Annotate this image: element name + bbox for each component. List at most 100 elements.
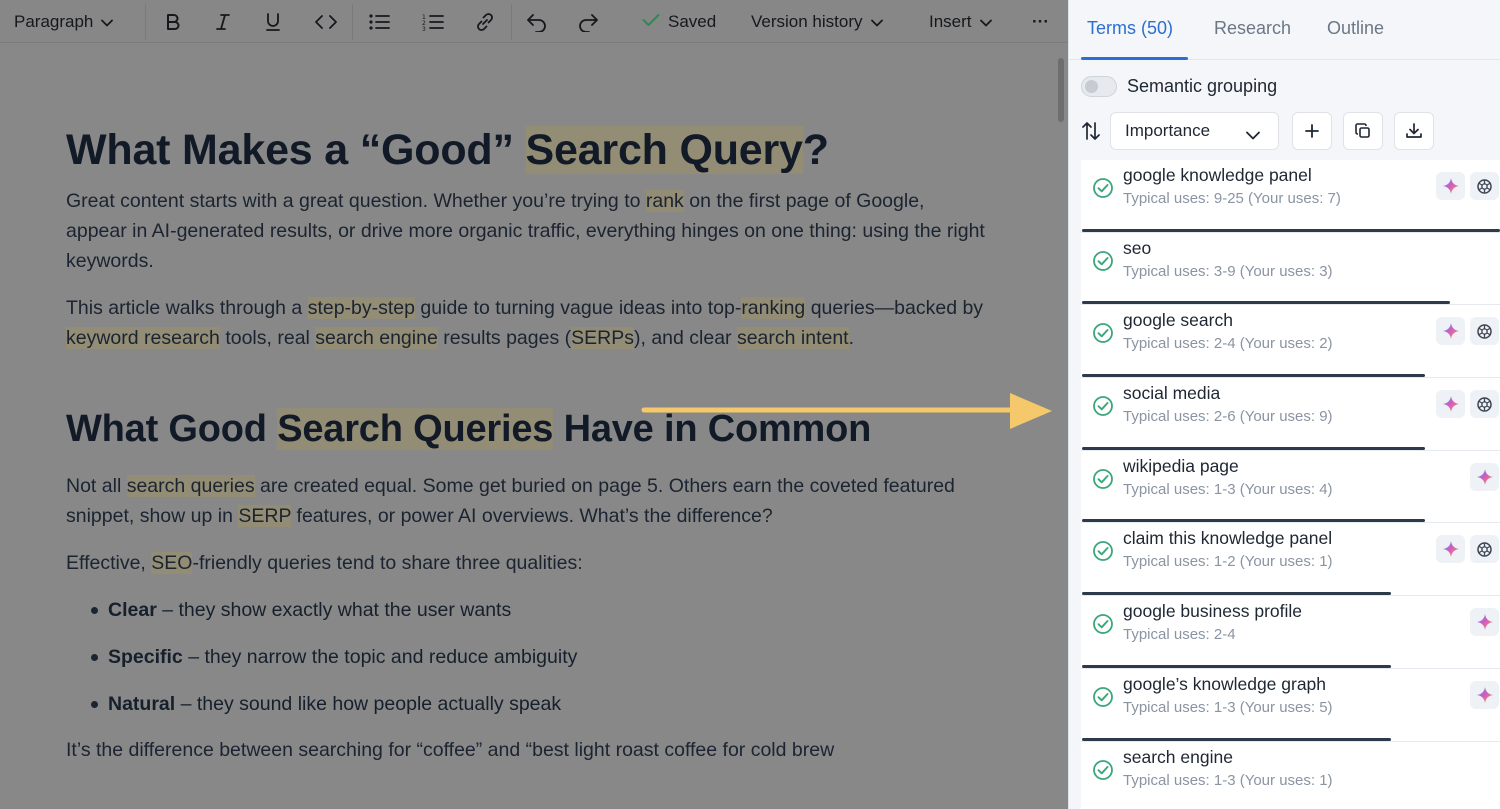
save-status: Saved [642,0,716,43]
term-progress-bar [1082,592,1391,596]
seo-terms-panel: Terms (50) Research Outline Semantic gro… [1068,0,1500,809]
highlighted-term: search queries [126,475,255,497]
insert-dropdown[interactable]: Insert [929,0,992,43]
term-row[interactable]: claim this knowledge panel Typical uses: … [1081,523,1500,597]
copy-terms-button[interactable] [1343,112,1383,150]
term-usage: Typical uses: 2-4 [1123,626,1236,644]
pointer-arrow-icon [641,393,1052,429]
term-progress-bar [1082,228,1500,232]
underline-button[interactable] [263,0,283,43]
term-row[interactable]: social media Typical uses: 2-6 (Your uses… [1081,378,1500,451]
download-icon [1406,123,1422,138]
more-options-icon: ··· [1032,11,1049,31]
tab-outline[interactable]: Outline [1327,18,1384,39]
code-button[interactable] [314,0,338,43]
highlighted-term: keyword research [66,327,220,349]
bullet-list-button[interactable] [368,0,390,43]
gemini-suggest-button[interactable] [1436,390,1465,419]
openai-icon [1477,324,1492,339]
term-progress-bar [1082,301,1450,305]
gemini-icon [1442,396,1459,413]
paragraph-style-dropdown[interactable]: Paragraph [14,0,114,43]
tab-research[interactable]: Research [1214,18,1291,39]
term-name: social media [1123,383,1221,404]
paragraph-difference: It’s the difference between searching fo… [66,739,835,761]
highlighted-term: SERPs [571,327,634,349]
term-row[interactable]: google search Typical uses: 2-4 (Your use… [1081,305,1500,379]
gemini-icon [1442,178,1459,194]
gemini-suggest-button[interactable] [1436,317,1465,346]
list-item: Natural – they sound like how people act… [66,689,986,719]
term-actions [1436,390,1499,419]
tab-terms[interactable]: Terms (50) [1087,18,1173,39]
list-item: Specific – they narrow the topic and red… [66,642,986,672]
paragraph-overview: This article walks through a step-by-ste… [66,297,984,349]
term-row[interactable]: seo Typical uses: 3-9 (Your uses: 3) [1081,232,1500,306]
paragraph-qualities: Effective, SEO-friendly queries tend to … [66,552,583,574]
openai-icon [1477,178,1492,194]
numbered-list-button[interactable]: 123 [422,0,444,43]
insert-label: Insert [929,11,972,31]
copy-icon [1355,123,1370,138]
term-row[interactable]: search engine Typical uses: 1-3 (Your use… [1081,741,1500,809]
link-button[interactable] [474,0,496,43]
redo-button[interactable] [577,0,599,43]
term-usage: Typical uses: 1-3 (Your uses: 5) [1123,698,1333,716]
download-terms-button[interactable] [1394,112,1434,150]
term-usage: Typical uses: 1-2 (Your uses: 1) [1123,553,1333,571]
term-name: google’s knowledge graph [1123,673,1327,694]
bold-button[interactable] [163,0,183,43]
check-circle-icon [1092,540,1114,567]
term-progress-bar [1082,446,1425,450]
gemini-icon [1476,686,1493,703]
svg-text:3: 3 [422,26,426,32]
italic-button[interactable] [213,0,233,43]
term-row[interactable]: google knowledge panel Typical uses: 9-25… [1081,160,1500,233]
term-usage: Typical uses: 3-9 (Your uses: 3) [1123,262,1333,280]
openai-suggest-button[interactable] [1470,535,1499,564]
check-icon [642,12,660,32]
term-name: seo [1123,237,1152,258]
semantic-grouping-toggle[interactable] [1081,75,1117,97]
term-progress-bar [1082,374,1425,378]
sort-by-select[interactable]: Importance [1110,112,1279,150]
list-item: Clear – they show exactly what the user … [66,595,986,625]
panel-tabs: Terms (50) Research Outline [1069,0,1500,60]
term-progress-bar [1082,519,1425,523]
term-row[interactable]: google business profile Typical uses: 2-4 [1081,596,1500,669]
term-name: google business profile [1123,601,1303,622]
gemini-suggest-button[interactable] [1470,608,1499,637]
term-usage: Typical uses: 2-4 (Your uses: 2) [1123,335,1333,353]
gemini-suggest-button[interactable] [1470,680,1499,709]
add-term-button[interactable] [1292,112,1332,150]
openai-suggest-button[interactable] [1470,317,1499,346]
term-name: wikipedia page [1123,455,1239,476]
version-history-dropdown[interactable]: Version history [751,0,883,43]
toolbar-divider [352,4,353,40]
toolbar-divider [511,4,512,40]
term-actions [1470,608,1499,637]
gemini-suggest-button[interactable] [1470,462,1499,491]
gemini-suggest-button[interactable] [1436,535,1465,564]
undo-button[interactable] [526,0,548,43]
paragraph-queries: Not all search queries are created equal… [66,475,955,527]
term-row[interactable]: google’s knowledge graph Typical uses: 1-… [1081,668,1500,742]
term-name: google search [1123,310,1233,331]
editor-toolbar: Paragraph 123 Saved Version history Inse… [0,0,1068,43]
heading-text: What Makes a “Good” [66,126,526,174]
sort-order-icon[interactable] [1081,120,1101,147]
more-options-button[interactable]: ··· [1032,0,1049,43]
paragraph-intro: Great content starts with a great questi… [66,190,985,272]
toolbar-divider [145,4,146,40]
term-row[interactable]: wikipedia page Typical uses: 1-3 (Your us… [1081,450,1500,524]
openai-suggest-button[interactable] [1470,390,1499,419]
gemini-suggest-button[interactable] [1436,172,1465,200]
openai-suggest-button[interactable] [1470,172,1499,200]
term-actions [1436,535,1499,564]
editor-scrollbar[interactable] [1058,58,1064,122]
active-tab-indicator [1081,57,1188,60]
check-circle-icon [1092,468,1114,495]
check-circle-icon [1092,250,1114,277]
document-content: What Makes a “Good” Search Query? Great … [66,124,986,765]
check-circle-icon [1092,322,1114,349]
